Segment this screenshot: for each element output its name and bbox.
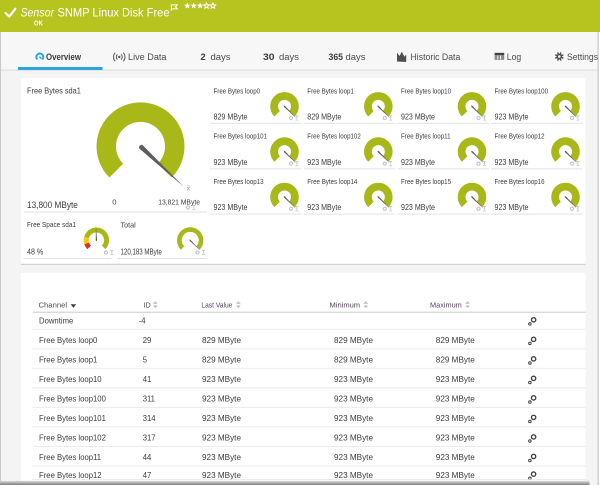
svg-text:923 MByte: 923 MByte <box>436 434 476 443</box>
svg-text:Free Bytes loop0: Free Bytes loop0 <box>214 86 261 95</box>
svg-text:days: days <box>211 52 232 62</box>
svg-text:923 MByte: 923 MByte <box>202 471 242 480</box>
svg-text:923 MByte: 923 MByte <box>202 453 242 462</box>
svg-text:Free Bytes loop10: Free Bytes loop10 <box>39 375 102 384</box>
svg-text:923 MByte: 923 MByte <box>495 203 529 212</box>
svg-text:48 %: 48 % <box>27 247 43 256</box>
svg-text:30: 30 <box>263 52 275 62</box>
svg-text:Total: Total <box>121 220 137 229</box>
svg-text:Last Value: Last Value <box>201 300 232 309</box>
svg-text:Free Bytes loop102: Free Bytes loop102 <box>39 434 106 443</box>
svg-text:days: days <box>346 52 367 62</box>
svg-text:Free Bytes loop12: Free Bytes loop12 <box>39 471 102 480</box>
svg-text:Live Data: Live Data <box>128 52 167 62</box>
svg-text:829 MByte: 829 MByte <box>436 336 476 345</box>
svg-text:Free Bytes loop101: Free Bytes loop101 <box>39 414 106 423</box>
svg-text:923 MByte: 923 MByte <box>495 112 529 121</box>
svg-text:311: 311 <box>143 395 155 404</box>
svg-text:829 MByte: 829 MByte <box>436 356 476 365</box>
svg-text:923 MByte: 923 MByte <box>436 375 476 384</box>
svg-text:923 MByte: 923 MByte <box>307 203 341 212</box>
svg-text:Free Bytes loop11: Free Bytes loop11 <box>39 453 101 462</box>
svg-text:Sensor: Sensor <box>21 6 55 20</box>
svg-text:923 MByte: 923 MByte <box>214 203 248 212</box>
svg-text:Free Bytes loop1: Free Bytes loop1 <box>39 356 97 365</box>
svg-text:41: 41 <box>143 375 152 384</box>
svg-text:Free Bytes loop15: Free Bytes loop15 <box>401 177 451 186</box>
svg-text:829 MByte: 829 MByte <box>307 112 341 121</box>
svg-text:0: 0 <box>112 198 116 207</box>
svg-text:923 MByte: 923 MByte <box>334 453 374 462</box>
svg-text:Minimum: Minimum <box>330 300 361 309</box>
svg-text:923 MByte: 923 MByte <box>436 471 476 480</box>
svg-text:Free Space sda1: Free Space sda1 <box>27 220 76 229</box>
svg-text:923 MByte: 923 MByte <box>214 158 248 167</box>
svg-text:Free Bytes loop12: Free Bytes loop12 <box>495 132 545 141</box>
svg-text:923 MByte: 923 MByte <box>436 414 476 423</box>
svg-text:Historic Data: Historic Data <box>411 52 461 62</box>
svg-text:923 MByte: 923 MByte <box>436 395 476 404</box>
svg-text:13,800 MByte: 13,800 MByte <box>27 199 78 210</box>
svg-text:Free Bytes loop11: Free Bytes loop11 <box>401 132 451 141</box>
svg-text:Channel: Channel <box>39 300 68 309</box>
svg-text:923 MByte: 923 MByte <box>202 434 242 443</box>
svg-text:Settings: Settings <box>567 52 598 62</box>
svg-text:923 MByte: 923 MByte <box>307 158 341 167</box>
svg-text:829 MByte: 829 MByte <box>202 336 242 345</box>
svg-text:923 MByte: 923 MByte <box>495 158 529 167</box>
svg-text:Free Bytes loop101: Free Bytes loop101 <box>214 132 268 141</box>
svg-text:923 MByte: 923 MByte <box>334 375 374 384</box>
svg-text:923 MByte: 923 MByte <box>401 112 435 121</box>
svg-text:Downtime: Downtime <box>39 317 74 326</box>
svg-text:Free Bytes loop0: Free Bytes loop0 <box>39 336 98 345</box>
svg-text:Free Bytes loop10: Free Bytes loop10 <box>401 86 451 95</box>
svg-text:days: days <box>279 52 300 62</box>
svg-text:314: 314 <box>143 414 156 423</box>
svg-text:Overview: Overview <box>46 52 82 62</box>
svg-text:Free Bytes loop100: Free Bytes loop100 <box>39 395 106 404</box>
svg-text:Free Bytes sda1: Free Bytes sda1 <box>27 86 81 95</box>
svg-text:5: 5 <box>143 356 148 365</box>
svg-text:44: 44 <box>143 453 152 462</box>
svg-text:Free Bytes loop100: Free Bytes loop100 <box>495 86 549 95</box>
svg-text:923 MByte: 923 MByte <box>334 434 374 443</box>
svg-text:Free Bytes loop13: Free Bytes loop13 <box>214 177 264 186</box>
svg-text:120,183 MByte: 120,183 MByte <box>121 247 163 256</box>
svg-text:829 MByte: 829 MByte <box>214 112 248 121</box>
svg-text:SNMP Linux Disk Free: SNMP Linux Disk Free <box>58 6 170 20</box>
svg-text:Free Bytes loop102: Free Bytes loop102 <box>307 132 361 141</box>
svg-text:-4: -4 <box>139 317 146 326</box>
svg-text:365: 365 <box>329 52 344 62</box>
svg-text:923 MByte: 923 MByte <box>436 453 476 462</box>
svg-text:829 MByte: 829 MByte <box>334 336 374 345</box>
svg-text:923 MByte: 923 MByte <box>401 158 435 167</box>
svg-text:923 MByte: 923 MByte <box>401 203 435 212</box>
svg-text:317: 317 <box>143 434 156 443</box>
svg-text:x̄: x̄ <box>187 184 191 193</box>
svg-text:OK: OK <box>34 19 43 28</box>
svg-text:29: 29 <box>143 336 152 345</box>
svg-text:ID: ID <box>144 300 152 309</box>
svg-text:923 MByte: 923 MByte <box>202 414 242 423</box>
svg-text:923 MByte: 923 MByte <box>202 395 242 404</box>
svg-text:923 MByte: 923 MByte <box>202 375 242 384</box>
svg-text:Free Bytes loop14: Free Bytes loop14 <box>307 177 357 186</box>
svg-text:923 MByte: 923 MByte <box>334 414 374 423</box>
svg-text:829 MByte: 829 MByte <box>334 356 374 365</box>
svg-text:Maximum: Maximum <box>430 300 462 309</box>
svg-text:47: 47 <box>143 471 152 480</box>
svg-text:Free Bytes loop1: Free Bytes loop1 <box>307 86 354 95</box>
svg-text:829 MByte: 829 MByte <box>202 356 242 365</box>
svg-text:923 MByte: 923 MByte <box>334 471 374 480</box>
svg-text:Log: Log <box>507 52 521 62</box>
svg-text:923 MByte: 923 MByte <box>334 395 374 404</box>
svg-text:Free Bytes loop16: Free Bytes loop16 <box>495 177 545 186</box>
svg-text:2: 2 <box>201 52 206 62</box>
